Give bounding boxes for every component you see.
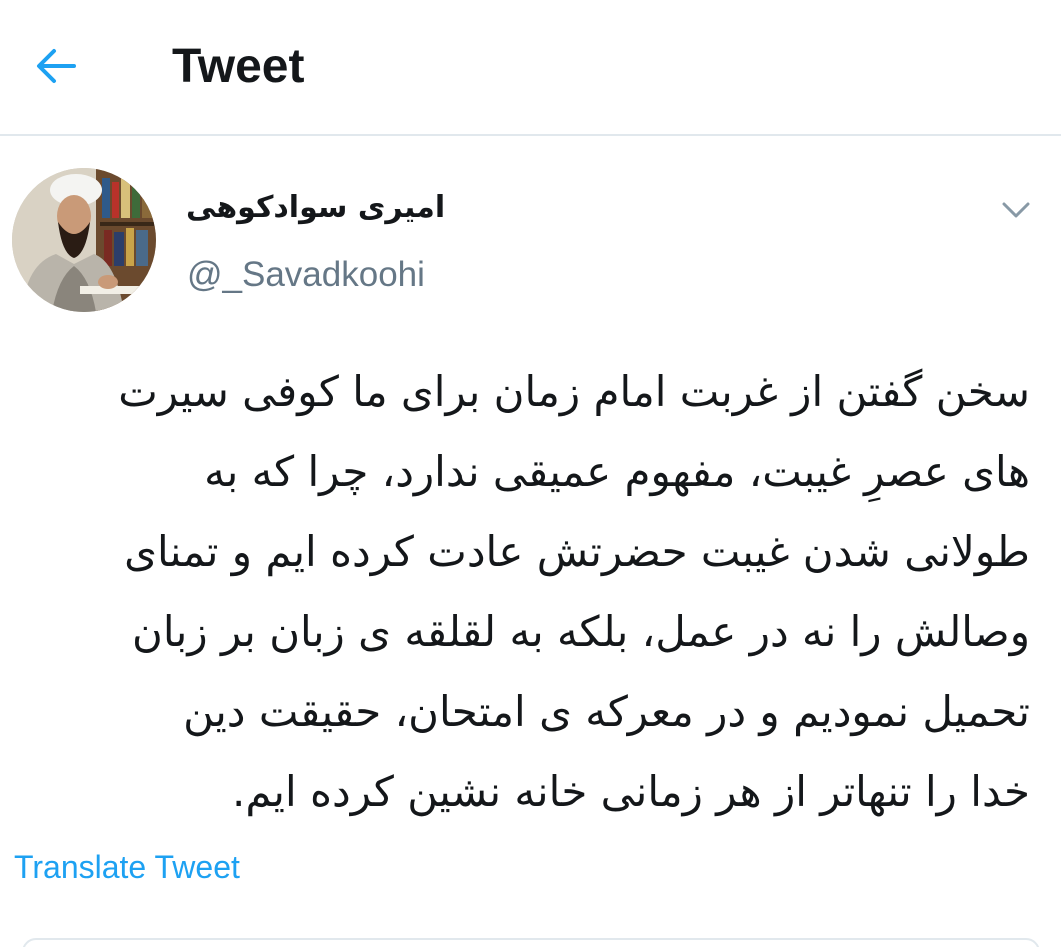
avatar[interactable] [12,168,156,312]
arrow-left-icon [37,49,76,83]
tweet-text-line: سخن گفتن از غربت امام زمان برای ما کوفی … [118,367,1030,416]
tweet-text: سخن گفتن از غربت امام زمان برای ما کوفی … [30,352,1030,832]
tweet-text-line: تحمیل نمودیم و در معرکه ی امتحان، حقیقت … [183,687,1030,736]
author-handle[interactable]: @_Savadkoohi [187,252,425,298]
avatar-photo [12,168,156,312]
author-display-name[interactable]: امیری سوادکوهی [186,186,446,230]
translate-tweet-link[interactable]: Translate Tweet [14,846,240,888]
tweet-menu-button[interactable] [996,192,1036,228]
page-title: Tweet [172,40,305,93]
tweet-text-line: های عصرِ غیبت، مفهوم عمیقی ندارد، چرا که… [204,447,1030,496]
tweet-text-line: خدا را تنهاتر از هر زمانی خانه نشین کرده… [231,767,1030,816]
tweet-text-line: وصالش را نه در عمل، بلکه به لقلقه ی زبان… [132,607,1030,656]
back-button[interactable] [28,38,84,94]
reply-composer-box[interactable] [22,938,1040,947]
tweet-text-line: طولانی شدن غیبت حضرتش عادت کرده ایم و تم… [124,527,1030,576]
chevron-down-icon [1002,202,1030,218]
top-app-bar: Tweet [0,0,1061,136]
